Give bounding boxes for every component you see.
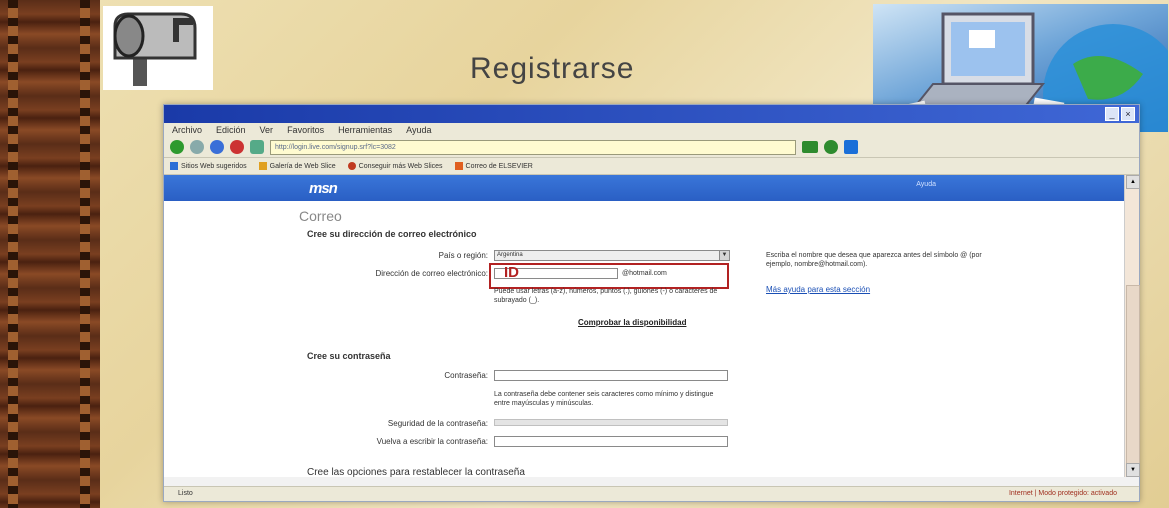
vertical-scrollbar[interactable]: ▲ ▼ (1124, 175, 1140, 477)
page-content: msn Ayuda Correo Cree su dirección de co… (164, 175, 1124, 477)
menu-archivo[interactable]: Archivo (172, 125, 202, 135)
favorite-label: Sitios Web sugeridos (181, 162, 247, 170)
window-controls: _ × (1105, 107, 1135, 121)
refresh-icon[interactable] (210, 140, 224, 154)
slide-title: Registrarse (470, 52, 635, 85)
scroll-up-icon[interactable]: ▲ (1126, 175, 1140, 189)
browser-titlebar: _ × (164, 105, 1139, 123)
favorite-label: Correo de ELSEVIER (465, 162, 533, 170)
retype-password-input[interactable] (494, 436, 728, 447)
stop-icon[interactable] (230, 140, 244, 154)
email-heading: Cree su dirección de correo electrónico (307, 229, 477, 239)
go-button[interactable] (802, 141, 818, 153)
country-label: País o región: (438, 251, 488, 260)
address-bar[interactable]: http://login.live.com/signup.srf?lc=3082 (270, 139, 796, 155)
favorite-link[interactable]: Galería de Web Slice (258, 162, 336, 170)
password-hint: La contraseña debe contener seis caracte… (494, 391, 714, 407)
help-section-link[interactable]: Más ayuda para esta sección (766, 285, 870, 294)
email-label: Dirección de correo electrónico: (375, 269, 489, 278)
forward-arrow-icon[interactable] (190, 140, 204, 154)
favorites-bar: Sitios Web sugeridos Galería de Web Slic… (164, 158, 1139, 175)
msn-header: msn Ayuda (164, 175, 1124, 201)
favorite-icon (454, 162, 463, 170)
favorite-link[interactable]: Conseguir más Web Slices (347, 162, 443, 170)
msn-logo[interactable]: msn (309, 180, 338, 197)
home-icon[interactable] (250, 140, 264, 154)
country-value: Argentina (497, 252, 523, 258)
email-hint: Puede usar letras (a-z), números, puntos… (494, 288, 718, 304)
menu-ayuda[interactable]: Ayuda (406, 125, 431, 135)
email-help-text: Escriba el nombre que desea que aparezca… (766, 252, 982, 268)
favorite-label: Galería de Web Slice (269, 162, 336, 170)
status-bar: Listo Internet | Modo protegido: activad… (164, 486, 1139, 501)
close-button[interactable]: × (1121, 107, 1135, 121)
email-highlight-box (489, 263, 729, 289)
scroll-down-icon[interactable]: ▼ (1126, 463, 1140, 477)
retype-label: Vuelva a escribir la contraseña: (376, 437, 488, 446)
favorite-link[interactable]: Sitios Web sugeridos (170, 162, 247, 170)
status-zone: Internet | Modo protegido: activado (1008, 490, 1117, 497)
favorite-label: Conseguir más Web Slices (358, 162, 443, 170)
favorite-link[interactable]: Correo de ELSEVIER (454, 162, 533, 170)
scroll-thumb[interactable] (1126, 285, 1140, 473)
password-heading: Cree su contraseña (307, 351, 391, 361)
status-text: Listo (178, 490, 193, 497)
strength-label: Seguridad de la contraseña: (387, 419, 488, 428)
back-arrow-icon[interactable] (170, 140, 184, 154)
section-title: Correo (299, 208, 342, 224)
password-label: Contraseña: (444, 371, 488, 380)
menu-favoritos[interactable]: Favoritos (287, 125, 324, 135)
menu-edicion[interactable]: Edición (216, 125, 246, 135)
menu-ver[interactable]: Ver (260, 125, 274, 135)
country-select[interactable]: Argentina ▼ (494, 250, 730, 261)
minimize-button[interactable]: _ (1105, 107, 1119, 121)
mailbox-icon (103, 6, 213, 90)
tools-icon[interactable] (844, 140, 858, 154)
navigation-toolbar: http://login.live.com/signup.srf?lc=3082 (164, 137, 1139, 158)
menu-herramientas[interactable]: Herramientas (338, 125, 392, 135)
favorite-icon (258, 162, 267, 170)
options-heading: Cree las opciones para restablecer la co… (307, 467, 525, 477)
film-strip-decoration (0, 0, 100, 508)
favorite-icon (347, 162, 356, 170)
check-availability-button[interactable]: Comprobar la disponibilidad (578, 318, 686, 327)
chevron-down-icon: ▼ (719, 251, 729, 260)
menu-bar: Archivo Edición Ver Favoritos Herramient… (164, 123, 1139, 137)
password-strength-meter (494, 419, 728, 426)
search-icon[interactable] (824, 140, 838, 154)
browser-window: _ × Archivo Edición Ver Favoritos Herram… (163, 104, 1140, 502)
favorite-icon (170, 162, 178, 170)
text-cursor-marker: ID (504, 264, 519, 281)
header-help-link[interactable]: Ayuda (916, 181, 936, 188)
password-input[interactable] (494, 370, 728, 381)
